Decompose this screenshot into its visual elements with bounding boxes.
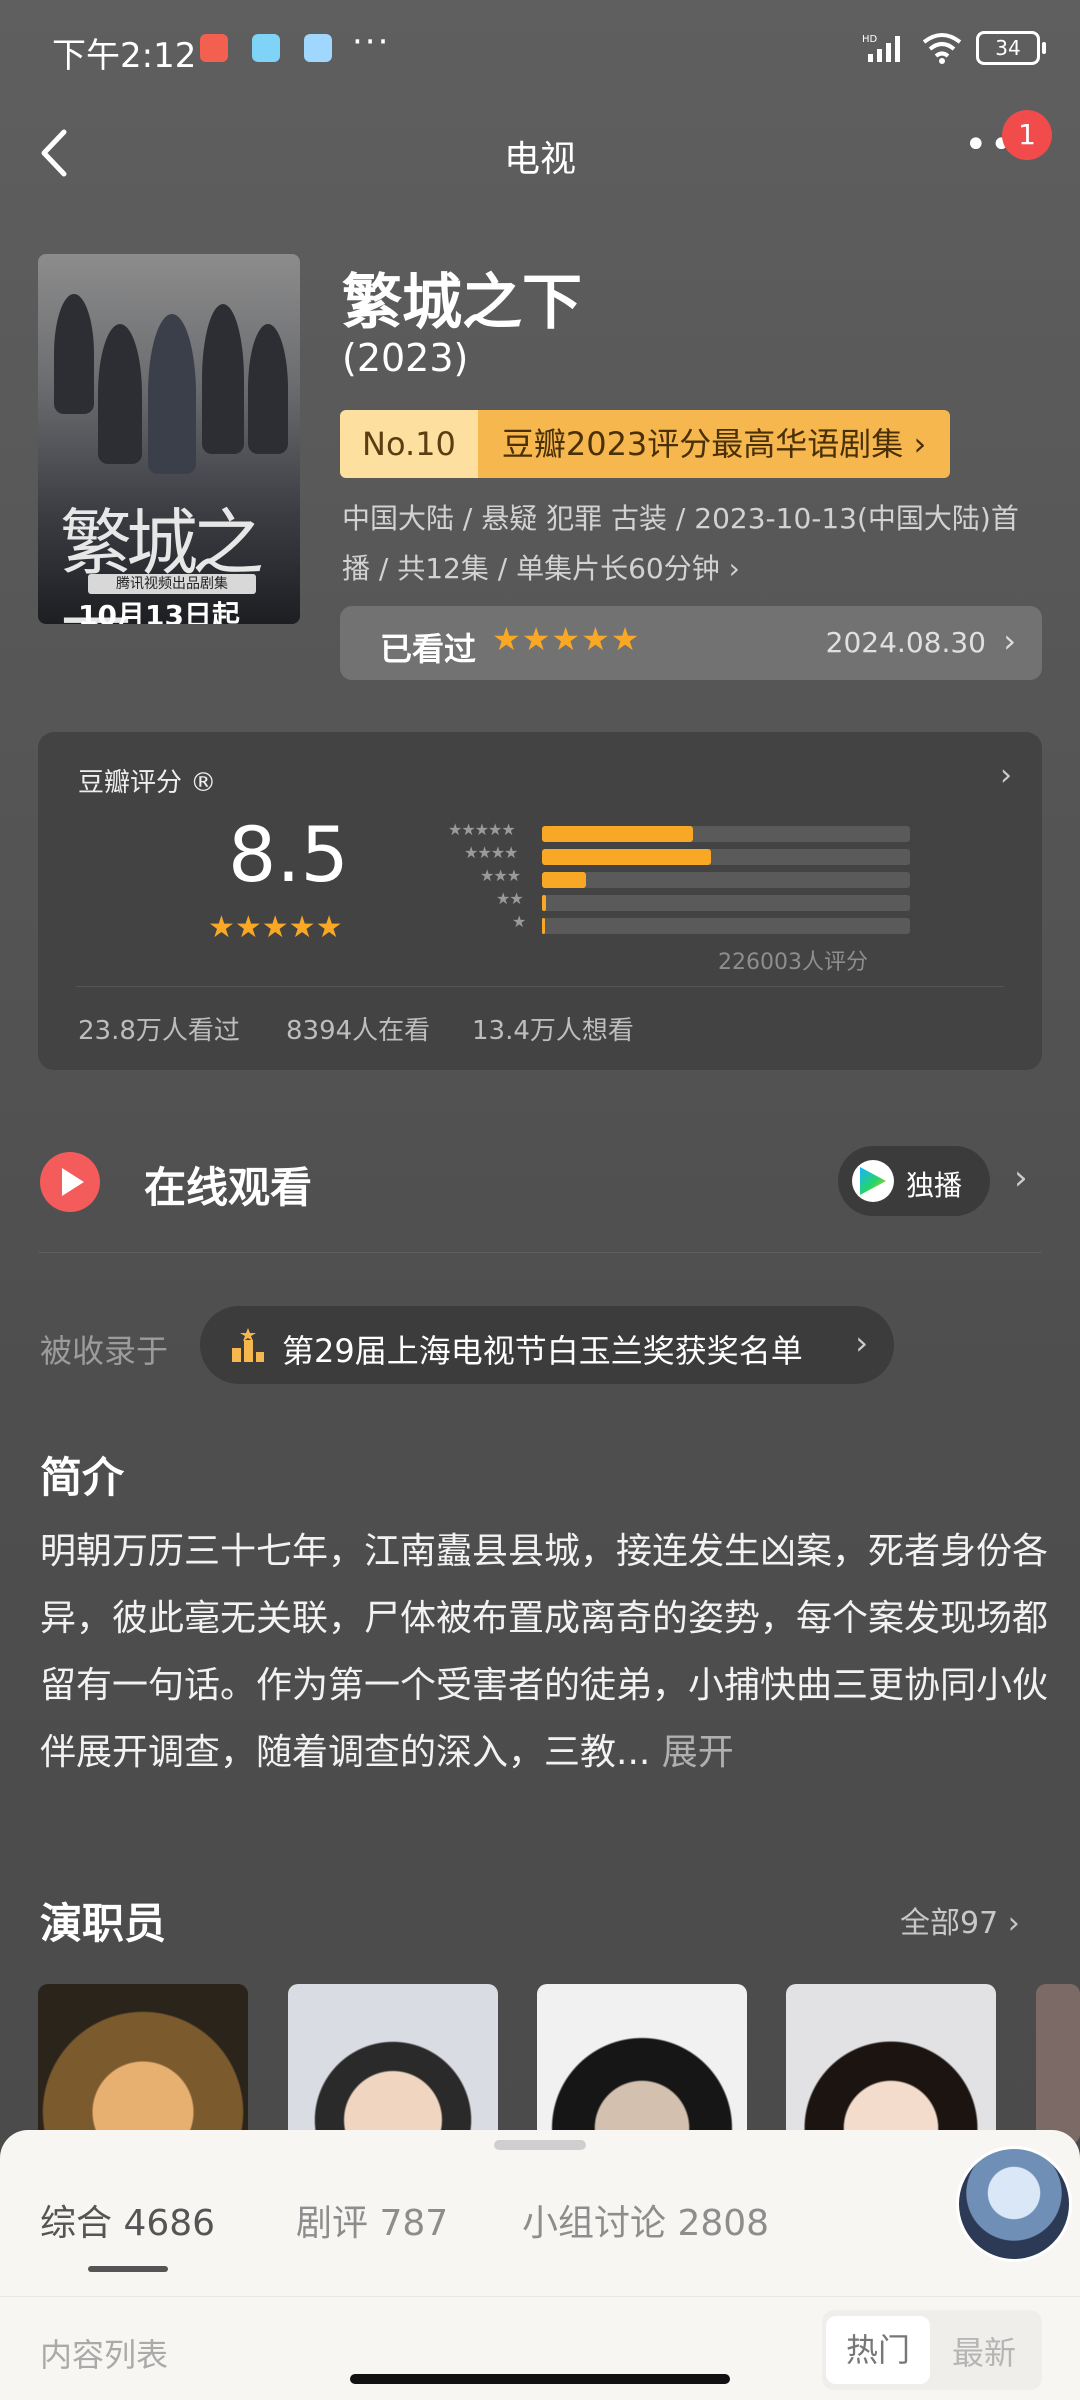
floating-avatar-icon[interactable] <box>956 2146 1072 2262</box>
cast-heading: 演职员 <box>40 1899 167 1948</box>
rating-bar-row: ★★★★ <box>398 843 918 869</box>
svg-text:HD: HD <box>862 34 878 45</box>
cast-photo[interactable] <box>288 1984 498 2144</box>
poster-date: 10月13日起 <box>78 599 240 624</box>
divider <box>76 986 1004 987</box>
collected-list-button[interactable]: 第29届上海电视节白玉兰奖获奖名单 › <box>200 1306 894 1384</box>
n-app-icon <box>252 34 280 62</box>
douban-rating-card[interactable]: 豆瓣评分 ® › 8.5 ★★★★★ ★★★★★ ★★★★ ★★★ ★★ ★ 22600… <box>38 732 1042 1070</box>
more-notifications-icon: ··· <box>352 22 391 62</box>
rating-bar-track <box>542 826 910 842</box>
chevron-right-icon[interactable]: › <box>1014 1158 1028 1198</box>
rating-bar-stars: ★★★★ <box>464 843 518 862</box>
rating-bar-track <box>542 849 910 865</box>
intro-text: 明朝万历三十七年，江南蠹县县城，接连发生凶案，死者身份各异，彼此毫无关联，尸体被… <box>40 1531 1049 1773</box>
cast-photo[interactable] <box>786 1984 996 2144</box>
cast-all-link[interactable]: 全部97 › <box>900 1898 1020 1942</box>
sort-toggle[interactable]: 热门 最新 <box>822 2310 1042 2390</box>
watched-date: 2024.08.30 <box>825 626 986 659</box>
rating-bar-track <box>542 895 910 911</box>
wifi-icon <box>922 33 962 64</box>
notes-app-icon <box>304 34 332 62</box>
watching-count: 8394人在看 <box>286 1016 431 1046</box>
page-title: 电视 <box>503 139 576 180</box>
intro-heading: 简介 <box>40 1453 125 1502</box>
tab-indicator <box>88 2266 168 2272</box>
divider <box>38 1252 1042 1253</box>
rank-number: No.10 <box>340 410 478 478</box>
wish-count: 13.4万人想看 <box>472 1016 634 1046</box>
award-list-icon <box>232 1328 264 1362</box>
status-time: 下午2:12 <box>52 36 197 76</box>
collected-label: 被收录于 <box>40 1332 169 1370</box>
chevron-right-icon[interactable]: › <box>1000 758 1012 793</box>
cast-photo[interactable] <box>1036 1984 1080 2144</box>
notification-badge: 1 <box>1002 110 1052 160</box>
rating-score: 8.5 <box>228 810 349 899</box>
collected-list-name: 第29届上海电视节白玉兰奖获奖名单 <box>282 1332 803 1370</box>
poster-figure <box>148 314 196 474</box>
cast-photo[interactable] <box>537 1984 747 2144</box>
ranking-banner[interactable]: No.10 豆瓣2023评分最高华语剧集 › <box>340 410 951 478</box>
show-meta[interactable]: 中国大陆 / 悬疑 犯罪 古装 / 2023-10-13(中国大陆)首播 / 共… <box>342 494 1042 594</box>
rating-bar-stars: ★★★ <box>480 866 521 885</box>
home-indicator[interactable] <box>350 2374 730 2384</box>
show-title: 繁城之下 <box>342 268 582 338</box>
rating-bar-stars: ★★ <box>496 889 524 908</box>
rating-bar-row: ★ <box>398 912 918 938</box>
rating-bar-stars: ★★★★★ <box>448 820 516 839</box>
rating-bar-row: ★★ <box>398 889 918 915</box>
tab-group-discussion[interactable]: 小组讨论 2808 <box>522 2194 769 2246</box>
chevron-right-icon: › <box>855 1324 868 1362</box>
rating-bar-stars: ★ <box>512 912 526 931</box>
intro-text-block: 明朝万历三十七年，江南蠹县县城，接连发生凶案，死者身份各异，彼此毫无关联，尸体被… <box>40 1518 1050 1786</box>
chevron-right-icon: › <box>1003 622 1016 660</box>
status-bar: 下午2:12 ··· HD 34 <box>0 0 1080 100</box>
show-year: (2023) <box>342 336 469 380</box>
platform-label: 独播 <box>906 1169 963 1202</box>
rating-label: 豆瓣评分 ® <box>78 768 217 798</box>
rating-bar-row: ★★★ <box>398 866 918 892</box>
poster-image[interactable]: 繁城之下 腾讯视频出品剧集 10月13日起 <box>38 254 300 624</box>
my-rating-bar[interactable]: 已看过 ★★★★★ 2024.08.30 › <box>340 606 1042 680</box>
sheet-handle[interactable] <box>494 2140 586 2150</box>
signal-icon: HD <box>862 34 900 62</box>
poster-figure <box>248 324 288 454</box>
divider <box>0 2296 1080 2297</box>
status-right: HD 34 <box>862 30 1046 66</box>
my-rating-stars: ★★★★★ <box>492 620 641 658</box>
rating-bar-track <box>542 872 910 888</box>
mi-app-icon <box>200 34 228 62</box>
poster-tag: 腾讯视频出品剧集 <box>88 574 256 594</box>
watched-label: 已看过 <box>380 630 477 668</box>
bottom-sheet[interactable]: 综合 4686 剧评 787 小组讨论 2808 内容列表 热门 最新 <box>0 2130 1080 2400</box>
watched-count: 23.8万人看过 <box>78 1016 240 1046</box>
cast-all-label: 全部97 <box>900 1906 999 1941</box>
online-watch-title[interactable]: 在线观看 <box>144 1154 312 1215</box>
rating-count: 226003人评分 <box>718 950 868 975</box>
rating-bar-fill <box>542 895 546 911</box>
sort-hot-button[interactable]: 热门 <box>826 2316 930 2384</box>
rating-bar-fill <box>542 849 711 865</box>
cast-photo[interactable] <box>38 1984 248 2144</box>
rating-stars: ★★★★★ <box>208 910 343 945</box>
rating-bar-fill <box>542 872 586 888</box>
poster-figure <box>98 324 142 464</box>
tencent-video-icon <box>852 1160 894 1202</box>
sort-new-button[interactable]: 最新 <box>952 2328 1016 2374</box>
play-icon[interactable] <box>40 1152 100 1212</box>
content-list-label: 内容列表 <box>40 2336 169 2374</box>
rank-text: 豆瓣2023评分最高华语剧集 › <box>477 410 951 478</box>
rating-bar-fill <box>542 826 693 842</box>
expand-link[interactable]: 展开 <box>662 1732 734 1773</box>
poster-figure <box>54 294 94 414</box>
rating-bar-fill <box>542 918 545 934</box>
battery-icon: 34 <box>976 31 1046 65</box>
tab-overall[interactable]: 综合 4686 <box>40 2194 215 2246</box>
poster-figure <box>202 304 244 454</box>
rating-bar-track <box>542 918 910 934</box>
platform-button[interactable]: 独播 <box>838 1146 990 1216</box>
tab-reviews[interactable]: 剧评 787 <box>296 2194 448 2246</box>
